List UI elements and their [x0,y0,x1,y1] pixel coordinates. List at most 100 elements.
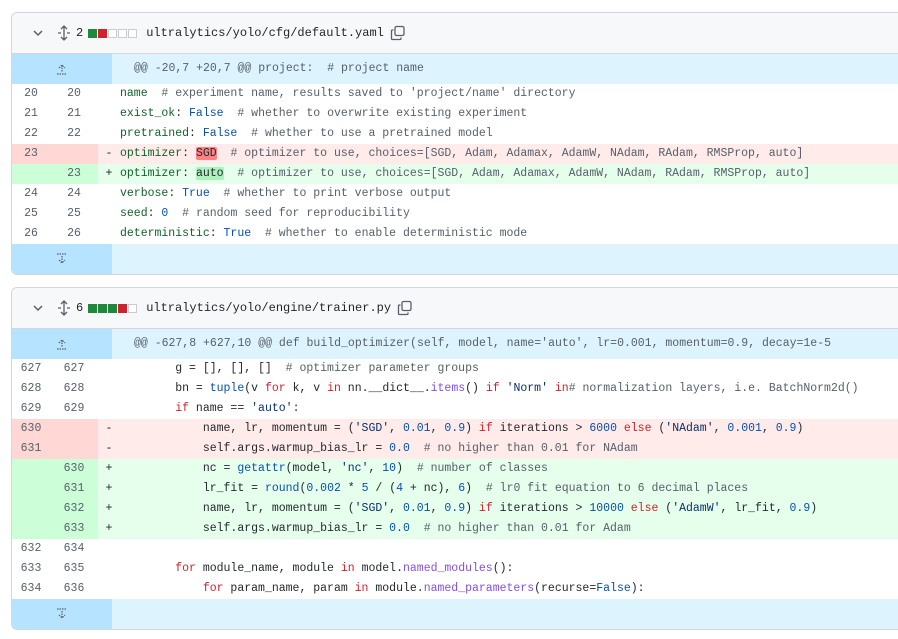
code-token: round [264,482,300,495]
old-line-number[interactable]: 630 [12,419,50,439]
code-token: # whether to overwrite existing experime… [237,107,528,120]
new-line-number[interactable]: 635 [50,559,98,579]
copy-icon[interactable] [397,300,413,316]
hunk-text: @@ -627,8 +627,10 @@ def build_optimizer… [134,337,832,350]
new-line-number[interactable]: 21 [50,104,98,124]
old-line-number[interactable]: 629 [12,399,50,419]
code-token: 0.9 [775,422,797,435]
expand-all-icon[interactable] [56,25,72,41]
file-path[interactable]: ultralytics/yolo/engine/trainer.py [146,301,391,315]
old-line-number[interactable]: 633 [12,559,50,579]
old-line-number[interactable] [12,479,50,499]
code-token: nc = [120,462,238,475]
expand-down-icon[interactable] [12,599,112,629]
new-line-number[interactable]: 26 [50,224,98,244]
code-token: : [209,227,224,240]
code-token: 4 [396,482,404,495]
code-token: optimizer [120,167,183,180]
old-line-number[interactable]: 634 [12,579,50,599]
code-token: # normalization layers, i.e. BatchNorm2d… [568,382,859,395]
old-line-number[interactable]: 627 [12,359,50,379]
new-line-number[interactable] [50,419,98,439]
code-token: ) [465,482,486,495]
old-line-number[interactable]: 22 [12,124,50,144]
new-line-number[interactable]: 632 [50,499,98,519]
new-line-number[interactable] [50,439,98,459]
new-line-number[interactable]: 20 [50,84,98,104]
file-header: 2 ultralytics/yolo/cfg/default.yaml [12,13,898,54]
new-line-number[interactable]: 22 [50,124,98,144]
code-token: tuple [209,382,245,395]
code-token: False [189,107,224,120]
code-token: if [120,402,190,415]
code-token: module_name, module [195,562,341,575]
diffstat-neutral [108,28,118,38]
old-line-number[interactable]: 25 [12,204,50,224]
code-token: (model, [285,462,341,475]
added-line: 633 + self.args.warmup_bias_lr = 0.0 # no… [12,519,898,539]
code-token: # random seed for reproducibility [182,207,410,220]
code-token: name, lr, momentum = ( [120,422,355,435]
code-token: # number of classes [416,462,548,475]
old-line-number[interactable]: 26 [12,224,50,244]
expand-up-icon[interactable] [12,329,112,359]
old-line-number[interactable]: 23 [12,144,50,164]
code-line: nc = getattr(model, 'nc', 10) # number o… [120,459,898,479]
file-path[interactable]: ultralytics/yolo/cfg/default.yaml [146,26,384,40]
old-line-number[interactable]: 632 [12,539,50,559]
chevron-down-icon[interactable] [30,300,46,316]
expand-up-icon[interactable] [12,54,112,84]
code-token: for [120,562,196,575]
code-token: 10000 [589,502,624,515]
new-line-number[interactable]: 24 [50,184,98,204]
new-line-number[interactable]: 25 [50,204,98,224]
code-token: else [616,422,652,435]
code-token: deterministic [120,227,210,240]
old-line-number[interactable] [12,519,50,539]
context-line: 632 634 [12,539,898,559]
new-line-number[interactable]: 627 [50,359,98,379]
new-line-number[interactable]: 636 [50,579,98,599]
old-line-number[interactable]: 24 [12,184,50,204]
old-line-number[interactable] [12,164,50,184]
code-token: 0.9 [789,502,811,515]
old-line-number[interactable] [12,499,50,519]
code-token: 0.0 [389,442,410,455]
code-line: deterministic: True # whether to enable … [120,224,898,244]
old-line-number[interactable] [12,459,50,479]
code-token: 10 [382,462,397,475]
new-line-number[interactable] [50,144,98,164]
old-line-number[interactable]: 628 [12,379,50,399]
diffstat-deleted [98,28,108,38]
copy-icon[interactable] [390,25,406,41]
old-line-number[interactable]: 20 [12,84,50,104]
old-line-number[interactable]: 21 [12,104,50,124]
old-line-number[interactable]: 631 [12,439,50,459]
diff-marker: + [105,482,113,495]
chevron-down-icon[interactable] [30,25,46,41]
context-line: 629 629 if name == 'auto': [12,399,898,419]
code-token: exist_ok [120,107,176,120]
new-line-number[interactable]: 629 [50,399,98,419]
new-line-number[interactable]: 23 [50,164,98,184]
code-token: : [189,127,203,140]
added-line: 631 + lr_fit = round(0.002 * 5 / (4 + nc)… [12,479,898,499]
expand-all-icon[interactable] [56,300,72,316]
new-line-number[interactable]: 628 [50,379,98,399]
diffstat-blocks [88,303,138,313]
new-line-number[interactable]: 634 [50,539,98,559]
code-token: 0.01 [402,502,431,515]
expand-down-icon[interactable] [12,244,112,274]
new-line-number[interactable]: 630 [50,459,98,479]
added-line: 630 + nc = getattr(model, 'nc', 10) # num… [12,459,898,479]
diff-marker [98,104,120,124]
new-line-number[interactable]: 631 [50,479,98,499]
new-line-number[interactable]: 633 [50,519,98,539]
code-token: 0.001 [727,422,762,435]
code-token: / ( [368,482,397,495]
code-token: self.args.warmup_bias_lr = [120,522,390,535]
code-line: for param_name, param in module.named_pa… [120,579,898,599]
